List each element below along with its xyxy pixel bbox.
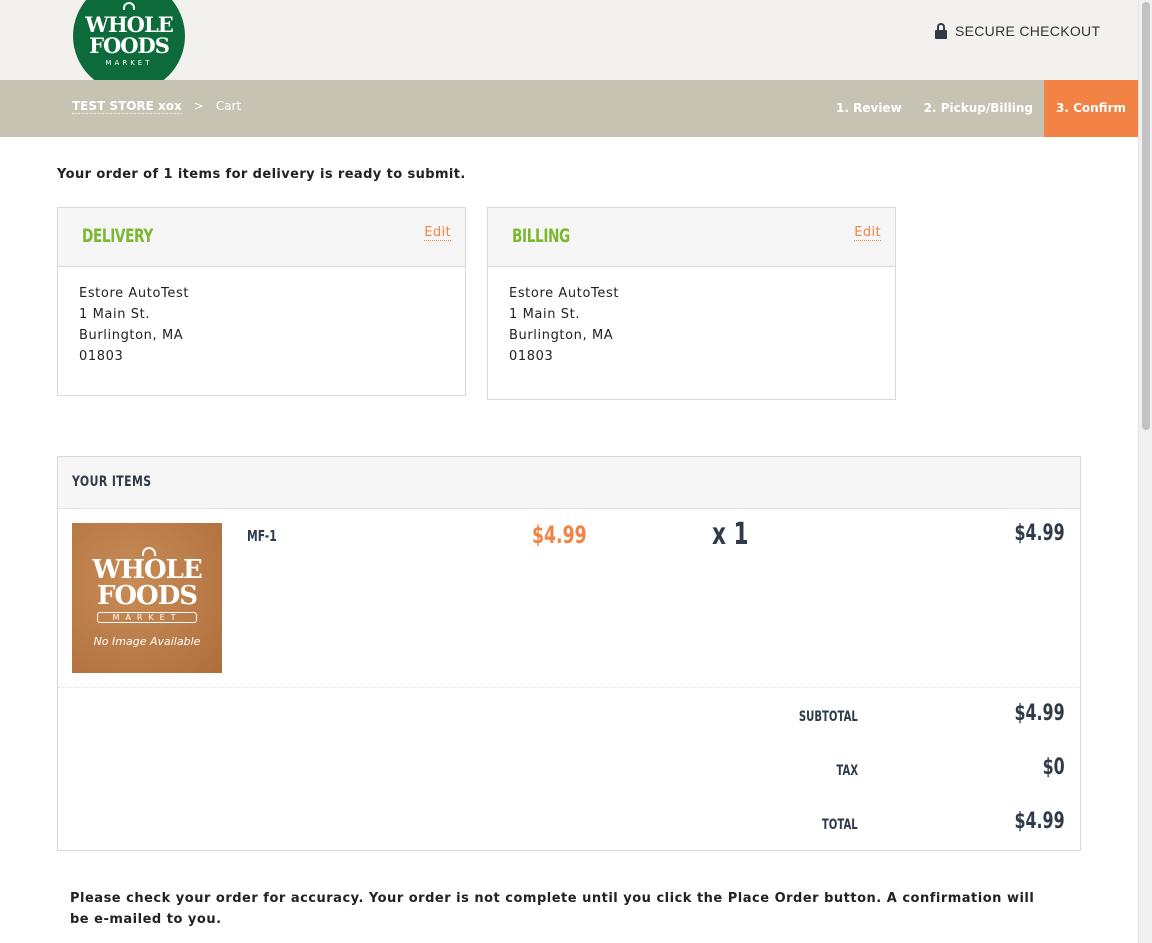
- delivery-title: DELIVERY: [82, 225, 153, 247]
- delivery-address-name: Estore AutoTest: [79, 286, 190, 301]
- item-name: MF-1: [247, 527, 277, 545]
- delivery-address: Estore AutoTest 1 Main St. Burlington, M…: [58, 267, 465, 367]
- billing-address-zip: 01803: [509, 349, 554, 364]
- lock-icon: [935, 23, 947, 39]
- billing-address-name: Estore AutoTest: [509, 286, 620, 301]
- step-review[interactable]: 1. Review: [825, 80, 913, 137]
- delivery-card-header: DELIVERY Edit: [58, 208, 465, 267]
- your-items-header: YOUR ITEMS: [58, 457, 1080, 509]
- checkout-nav-bar: TEST STORE xox > Cart 1. Review 2. Picku…: [0, 80, 1138, 137]
- checkout-steps: 1. Review 2. Pickup/Billing 3. Confirm: [825, 80, 1138, 137]
- placeholder-text-line1: WHOLE: [92, 555, 203, 585]
- order-notice: Please check your order for accuracy. Yo…: [70, 891, 1035, 927]
- delivery-address-street: 1 Main St.: [79, 307, 151, 322]
- breadcrumb-cart-link[interactable]: Cart: [216, 99, 241, 114]
- whole-foods-logo[interactable]: WHOLE FOODS MARKET: [73, 0, 185, 92]
- breadcrumb-store-link[interactable]: TEST STORE xox: [72, 99, 182, 114]
- delivery-card: DELIVERY Edit Estore AutoTest 1 Main St.…: [57, 207, 466, 396]
- order-ready-message: Your order of 1 items for delivery is re…: [57, 167, 466, 182]
- subtotal-label: SUBTOTAL: [799, 709, 858, 725]
- total-value: $4.99: [1014, 809, 1065, 834]
- item-line-total: $4.99: [1014, 521, 1065, 546]
- secure-checkout-indicator: SECURE CHECKOUT: [935, 22, 1100, 40]
- placeholder-text-line2: FOODS: [96, 581, 198, 611]
- header-bar: WHOLE FOODS MARKET SECURE CHECKOUT: [0, 0, 1138, 92]
- your-items-panel: YOUR ITEMS WHOLE FOODS MARKET No Image A…: [57, 456, 1081, 851]
- delivery-address-zip: 01803: [79, 349, 124, 364]
- logo-text-line1: WHOLE: [85, 12, 174, 37]
- leaf-icon: [123, 2, 135, 10]
- delivery-address-city: Burlington, MA: [79, 328, 184, 343]
- billing-card-header: BILLING Edit: [488, 208, 895, 267]
- billing-address-city: Burlington, MA: [509, 328, 614, 343]
- item-quantity: x 1: [712, 517, 749, 552]
- total-label: TOTAL: [822, 817, 858, 833]
- billing-address: Estore AutoTest 1 Main St. Burlington, M…: [488, 267, 895, 367]
- product-image-placeholder: WHOLE FOODS MARKET No Image Available: [72, 523, 222, 673]
- scrollbar-thumb[interactable]: [1142, 2, 1150, 430]
- leaf-icon: [142, 547, 156, 556]
- billing-title: BILLING: [512, 225, 570, 247]
- tax-value: $0: [1042, 755, 1065, 780]
- no-image-caption: No Image Available: [93, 635, 201, 648]
- subtotal-value: $4.99: [1014, 701, 1065, 726]
- step-pickup-billing[interactable]: 2. Pickup/Billing: [913, 80, 1044, 137]
- logo-text-line2: FOODS: [89, 33, 170, 58]
- delivery-edit-link[interactable]: Edit: [424, 225, 451, 241]
- items-divider: [58, 687, 1080, 688]
- breadcrumb-separator: >: [193, 99, 204, 113]
- billing-card: BILLING Edit Estore AutoTest 1 Main St. …: [487, 207, 896, 400]
- breadcrumb: TEST STORE xox > Cart: [72, 99, 241, 114]
- billing-edit-link[interactable]: Edit: [854, 225, 881, 241]
- your-items-title: YOUR ITEMS: [72, 474, 152, 490]
- logo-text-line3: MARKET: [105, 59, 153, 67]
- tax-label: TAX: [836, 763, 858, 779]
- item-unit-price: $4.99: [532, 521, 587, 549]
- placeholder-text-line3: MARKET: [97, 612, 197, 623]
- secure-checkout-label: SECURE CHECKOUT: [955, 23, 1101, 39]
- step-confirm[interactable]: 3. Confirm: [1044, 80, 1138, 137]
- billing-address-street: 1 Main St.: [509, 307, 581, 322]
- page-scrollbar[interactable]: [1138, 0, 1152, 943]
